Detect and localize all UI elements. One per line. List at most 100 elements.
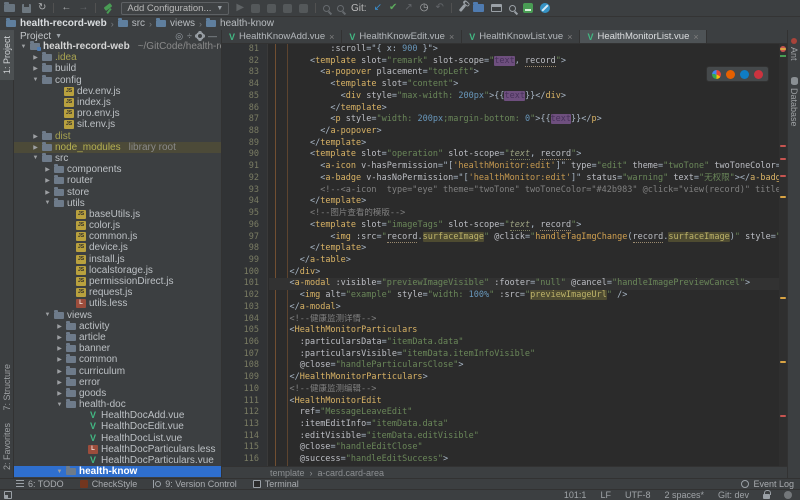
build-project-icon[interactable] xyxy=(103,3,114,14)
hide-panel-icon[interactable]: — xyxy=(208,32,217,41)
tree-item-config[interactable]: ▼config xyxy=(14,75,221,86)
tree-item-utils-less[interactable]: Lutils.less xyxy=(14,298,221,309)
git-branch[interactable]: Git: dev xyxy=(718,490,749,500)
chevron-down-icon[interactable]: ▼ xyxy=(55,33,62,40)
tree-item-src[interactable]: ▼src xyxy=(14,153,221,164)
tree-item-article[interactable]: ▶article xyxy=(14,332,221,343)
tree-item-HealthDocParticulars-vue[interactable]: VHealthDocParticulars.vue xyxy=(14,455,221,466)
tree-item-baseUtils-js[interactable]: JSbaseUtils.js xyxy=(14,209,221,220)
editor-breadcrumb-item[interactable]: a-card.card-area xyxy=(318,468,385,478)
tool-ant[interactable]: Ant xyxy=(788,30,800,69)
tree-item-curriculum[interactable]: ▶curriculum xyxy=(14,365,221,376)
tree-item--idea[interactable]: ▶.idea xyxy=(14,52,221,63)
tool-version-control[interactable]: 9: Version Control xyxy=(153,479,237,489)
tree-item-color-js[interactable]: JScolor.js xyxy=(14,220,221,231)
open-project-icon[interactable] xyxy=(4,4,15,12)
indent-style[interactable]: 2 spaces* xyxy=(664,490,704,500)
stop-icon[interactable] xyxy=(299,4,308,13)
restore-layout-icon[interactable] xyxy=(491,4,502,12)
tree-item-localstorage-js[interactable]: JSlocalstorage.js xyxy=(14,265,221,276)
highlighting-level-icon[interactable] xyxy=(784,491,792,499)
tree-item-permissionDirect-js[interactable]: JSpermissionDirect.js xyxy=(14,276,221,287)
editor-breadcrumbs[interactable]: template›a-card.card-area xyxy=(222,466,787,478)
tree-item-pro-env-js[interactable]: JSpro.env.js xyxy=(14,108,221,119)
project-panel-title[interactable]: Project xyxy=(20,31,51,42)
close-icon[interactable]: × xyxy=(449,32,454,42)
tree-item-components[interactable]: ▶components xyxy=(14,164,221,175)
tree-item-banner[interactable]: ▶banner xyxy=(14,343,221,354)
tree-item-health-record-web[interactable]: ▼health-record-web~/GitCode/health-recor… xyxy=(14,41,221,52)
tree-item-node_modules[interactable]: ▶node_moduleslibrary root xyxy=(14,142,221,153)
lock-icon[interactable] xyxy=(763,494,770,499)
plugin-green-icon[interactable] xyxy=(523,3,533,13)
back-icon[interactable]: ← xyxy=(61,3,71,13)
tree-item-HealthDocList-vue[interactable]: VHealthDocList.vue xyxy=(14,433,221,444)
breadcrumb-item[interactable]: views xyxy=(156,18,195,29)
tool-favorites[interactable]: 2: Favorites xyxy=(0,417,14,476)
git-push-icon[interactable]: ↗ xyxy=(404,3,412,13)
tool-event-log[interactable]: Event Log xyxy=(741,479,794,489)
line-separator[interactable]: LF xyxy=(600,490,611,500)
editor-tab-HealthMonitorList.vue[interactable]: VHealthMonitorList.vue× xyxy=(580,30,706,43)
editor-tab-HealthKnowEdit.vue[interactable]: VHealthKnowEdit.vue× xyxy=(342,30,462,43)
search-everywhere-icon[interactable] xyxy=(509,5,516,12)
tree-item-utils[interactable]: ▼utils xyxy=(14,198,221,209)
tree-item-index-js[interactable]: JSindex.js xyxy=(14,97,221,108)
breadcrumb-item[interactable]: src xyxy=(118,18,145,29)
tree-item-common[interactable]: ▶common xyxy=(14,354,221,365)
editor-breadcrumb-item[interactable]: template xyxy=(270,468,305,478)
tree-item-goods[interactable]: ▶goods xyxy=(14,388,221,399)
tree-item-store[interactable]: ▶store xyxy=(14,186,221,197)
project-structure-icon[interactable] xyxy=(473,4,484,12)
toolwindow-toggle-icon[interactable] xyxy=(4,491,12,499)
tree-item-health-know[interactable]: ▼health-know xyxy=(14,466,221,477)
editor-tab-HealthKnowList.vue[interactable]: VHealthKnowList.vue× xyxy=(462,30,580,43)
close-icon[interactable]: × xyxy=(329,32,334,42)
wrench-icon[interactable] xyxy=(459,4,466,12)
tool-terminal[interactable]: Terminal xyxy=(253,479,299,489)
locate-icon[interactable]: ◎ xyxy=(175,32,183,41)
tree-item-install-js[interactable]: JSinstall.js xyxy=(14,254,221,265)
error-stripe[interactable] xyxy=(779,44,787,466)
tree-item-error[interactable]: ▶error xyxy=(14,377,221,388)
rollback-icon[interactable]: ↶ xyxy=(435,3,443,13)
opera-icon[interactable] xyxy=(754,70,763,79)
firefox-icon[interactable] xyxy=(726,70,735,79)
tree-item-device-js[interactable]: JSdevice.js xyxy=(14,242,221,253)
gear-icon[interactable] xyxy=(196,32,204,40)
tree-item-HealthDocAdd-vue[interactable]: VHealthDocAdd.vue xyxy=(14,410,221,421)
tree-item-router[interactable]: ▶router xyxy=(14,175,221,186)
synchronize-icon[interactable]: ↻ xyxy=(38,3,46,13)
tree-item-request-js[interactable]: JSrequest.js xyxy=(14,287,221,298)
breadcrumb-item[interactable]: health-record-web xyxy=(6,18,107,29)
code-editor[interactable]: 8182838485868788899091929394959697989910… xyxy=(222,44,787,466)
plugin-blue-icon[interactable] xyxy=(540,3,550,13)
file-encoding[interactable]: UTF-8 xyxy=(625,490,651,500)
tool-todo[interactable]: 6: TODO xyxy=(16,479,64,489)
caret-position[interactable]: 101:1 xyxy=(564,490,587,500)
save-all-icon[interactable] xyxy=(22,4,31,13)
breadcrumb-item[interactable]: health-know xyxy=(206,18,274,29)
profiler-icon[interactable] xyxy=(283,4,292,13)
tool-database[interactable]: Database xyxy=(788,69,800,135)
tree-item-dev-env-js[interactable]: JSdev.env.js xyxy=(14,86,221,97)
tool-checkstyle[interactable]: CheckStyle xyxy=(80,479,138,489)
replace-dim-icon[interactable] xyxy=(337,5,344,12)
history-icon[interactable]: ◷ xyxy=(420,3,429,13)
debug-icon[interactable] xyxy=(251,4,260,13)
editor-tab-HealthKnowAdd.vue[interactable]: VHealthKnowAdd.vue× xyxy=(222,30,342,43)
collapse-all-icon[interactable]: ÷ xyxy=(187,32,192,41)
run-icon[interactable]: ▶ xyxy=(236,3,244,13)
run-configuration-select[interactable]: Add Configuration... ▼ xyxy=(121,2,229,15)
tree-item-health-doc[interactable]: ▼health-doc xyxy=(14,399,221,410)
run-coverage-icon[interactable] xyxy=(267,4,276,13)
close-icon[interactable]: × xyxy=(567,32,572,42)
tree-item-dist[interactable]: ▶dist xyxy=(14,131,221,142)
tree-item-HealthDocParticulars-less[interactable]: LHealthDocParticulars.less xyxy=(14,444,221,455)
git-commit-icon[interactable]: ✔ xyxy=(389,3,397,13)
chrome-icon[interactable] xyxy=(712,70,721,79)
edge-icon[interactable] xyxy=(740,70,749,79)
git-update-icon[interactable]: ↙ xyxy=(374,3,382,13)
tree-item-views[interactable]: ▼views xyxy=(14,310,221,321)
close-icon[interactable]: × xyxy=(693,32,698,42)
